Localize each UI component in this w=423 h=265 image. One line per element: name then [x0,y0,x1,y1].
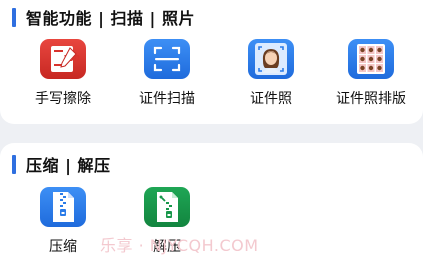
id-photo-layout-icon [348,39,394,79]
tool-label: 证件照排版 [336,91,406,107]
tool-compress[interactable]: 压缩 [13,187,113,256]
zip-compress-icon [40,187,86,227]
handwriting-erase-icon: 100 [40,39,86,79]
tool-id-scan[interactable]: 证件扫描 [117,39,217,108]
smart-functions-card: 智能功能 | 扫描 | 照片 100 手写擦除 证件扫描 [0,0,423,124]
tool-label: 证件扫描 [139,91,195,107]
watermark-text: 乐享 · NJYCQH.COM [100,236,259,255]
section-accent-bar [12,7,16,27]
tool-label: 压缩 [49,239,77,255]
tool-label: 证件照 [250,91,292,107]
section-title-smart: 智能功能 | 扫描 | 照片 [12,6,195,28]
tool-label: 手写擦除 [35,91,91,107]
tool-id-photo[interactable]: 证件照 [221,39,321,108]
section-accent-bar [12,154,16,174]
scan-frame-icon [144,39,190,79]
tool-id-photo-layout[interactable]: 证件照排版 [321,39,421,108]
section-title-compress: 压缩 | 解压 [12,153,111,175]
unzip-extract-icon [144,187,190,227]
id-photo-portrait-icon [248,39,294,79]
tool-handwriting-erase[interactable]: 100 手写擦除 [13,39,113,108]
section-title-text: 智能功能 | 扫描 | 照片 [26,9,195,28]
section-title-text: 压缩 | 解压 [26,156,111,175]
